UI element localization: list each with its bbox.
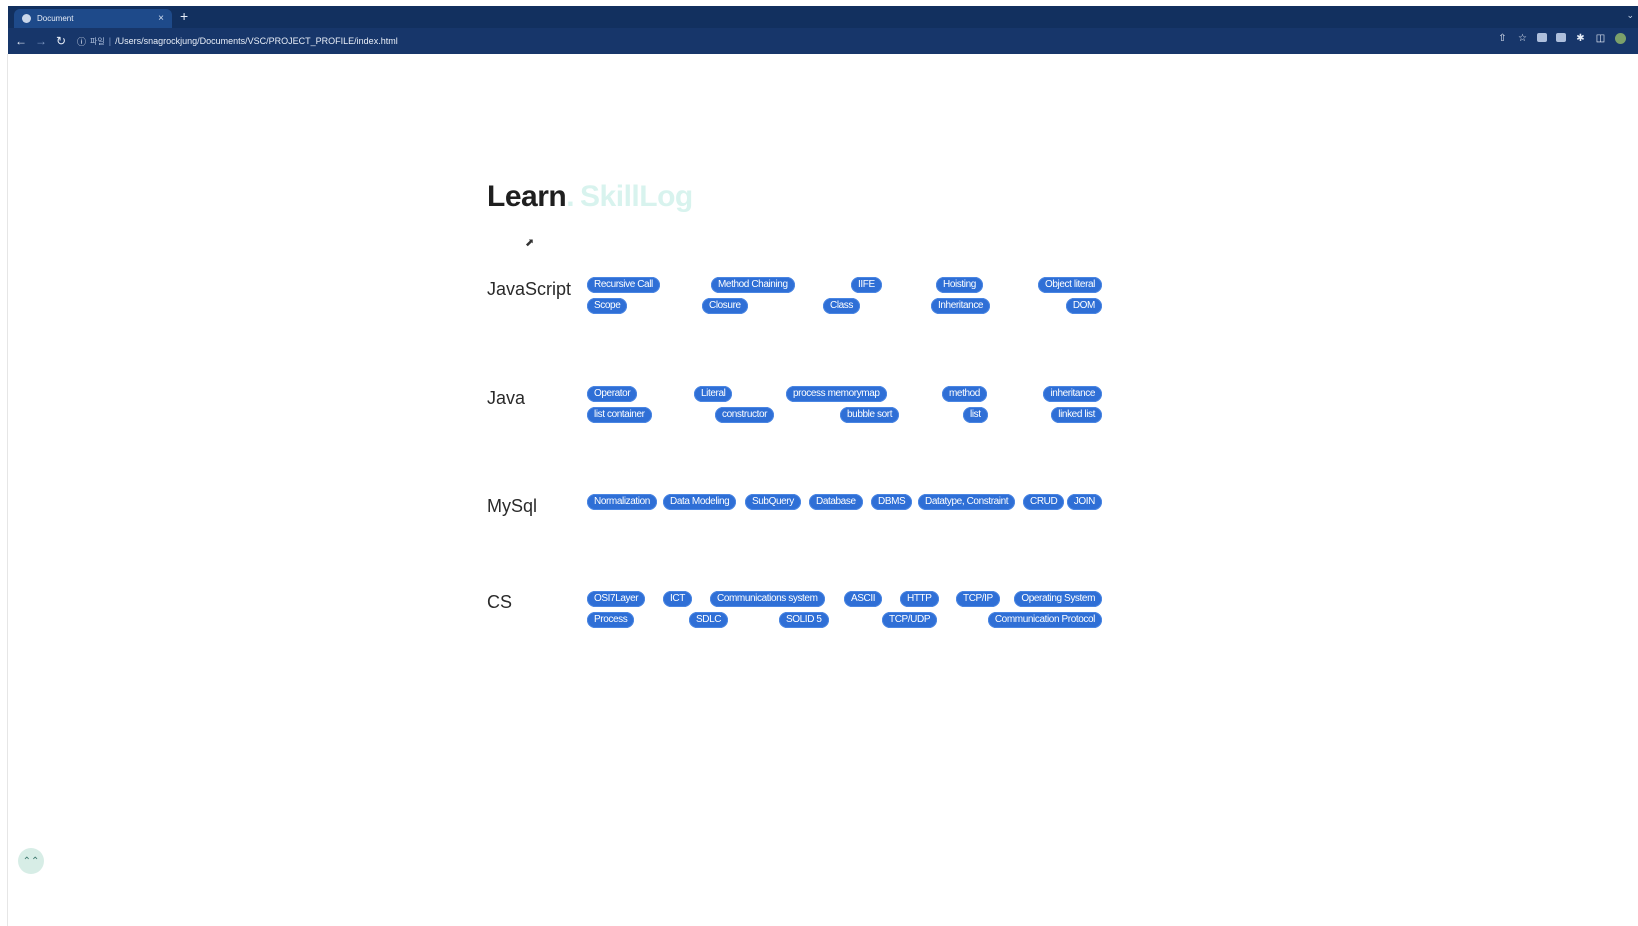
skill-tag[interactable]: DOM bbox=[1065, 298, 1102, 314]
profile-avatar-icon[interactable] bbox=[1615, 33, 1626, 44]
skill-tag[interactable]: ASCII bbox=[844, 591, 883, 607]
skill-tag[interactable]: Database bbox=[809, 494, 863, 510]
browser-tab[interactable]: Document × bbox=[14, 9, 172, 28]
share-icon[interactable]: ⇧ bbox=[1497, 33, 1508, 44]
tag-group-java: Operator Literal process memorymap metho… bbox=[587, 386, 1102, 428]
extension-icon[interactable] bbox=[1537, 33, 1547, 42]
skill-tag[interactable]: DBMS bbox=[871, 494, 913, 510]
page-title: Learn. SkillLog bbox=[487, 180, 693, 214]
skill-tag[interactable]: inheritance bbox=[1043, 386, 1102, 402]
forward-icon[interactable]: → bbox=[31, 34, 51, 48]
skill-tag[interactable]: Hoisting bbox=[936, 277, 983, 293]
title-dot: . bbox=[566, 180, 575, 213]
mouse-cursor-icon: ⬈ bbox=[525, 237, 535, 249]
double-chevron-up-icon: ⌃⌃ bbox=[22, 855, 40, 867]
url-separator: | bbox=[108, 36, 112, 46]
skill-tag[interactable]: Scope bbox=[587, 298, 628, 314]
skill-tag[interactable]: Normalization bbox=[587, 494, 657, 510]
skill-tag[interactable]: Recursive Call bbox=[587, 277, 660, 293]
skill-tag[interactable]: SOLID 5 bbox=[779, 612, 829, 628]
title-learn: Learn bbox=[487, 180, 567, 213]
tag-row: Recursive Call Method Chaining IIFE Hois… bbox=[587, 277, 1102, 298]
tag-group-cs: OSI7Layer ICT Communications system ASCI… bbox=[587, 591, 1102, 633]
skill-tag[interactable]: Datatype, Constraint bbox=[918, 494, 1016, 510]
new-tab-button[interactable]: + bbox=[180, 8, 188, 24]
skill-tag[interactable]: constructor bbox=[715, 407, 775, 423]
skill-tag[interactable]: SDLC bbox=[689, 612, 729, 628]
tag-row: Operator Literal process memorymap metho… bbox=[587, 386, 1102, 407]
skill-tag[interactable]: Operator bbox=[587, 386, 638, 402]
tag-group-javascript: Recursive Call Method Chaining IIFE Hois… bbox=[587, 277, 1102, 319]
section-title-cs: CS bbox=[487, 592, 513, 612]
reload-icon[interactable]: ↻ bbox=[51, 34, 71, 48]
puzzle-icon[interactable]: ✱ bbox=[1575, 33, 1586, 44]
skill-tag[interactable]: list bbox=[963, 407, 988, 423]
skill-tag[interactable]: SubQuery bbox=[745, 494, 801, 510]
skill-tag[interactable]: Data Modeling bbox=[663, 494, 737, 510]
skill-tag[interactable]: Literal bbox=[694, 386, 733, 402]
skill-tag[interactable]: method bbox=[942, 386, 987, 402]
skill-tag[interactable]: IIFE bbox=[851, 277, 882, 293]
address-bar[interactable]: ⓘ 파일 | /Users/snagrockjung/Documents/VSC… bbox=[77, 35, 398, 48]
skill-tag[interactable]: Operating System bbox=[1014, 591, 1102, 607]
tag-row: Process SDLC SOLID 5 TCP/UDP Communicati… bbox=[587, 612, 1102, 633]
url-text[interactable]: /Users/snagrockjung/Documents/VSC/PROJEC… bbox=[115, 36, 398, 46]
skill-tag[interactable]: ICT bbox=[663, 591, 692, 607]
skill-tag[interactable]: Communications system bbox=[710, 591, 825, 607]
skill-tag[interactable]: Class bbox=[823, 298, 861, 314]
skill-tag[interactable]: Process bbox=[587, 612, 635, 628]
extension-icon[interactable] bbox=[1556, 33, 1566, 42]
scroll-to-top-button[interactable]: ⌃⌃ bbox=[18, 848, 44, 874]
tab-close-icon[interactable]: × bbox=[158, 13, 164, 24]
skill-tag[interactable]: JOIN bbox=[1066, 494, 1102, 510]
skill-tag[interactable]: list container bbox=[587, 407, 652, 423]
skill-tag[interactable]: Inheritance bbox=[931, 298, 991, 314]
skill-tag[interactable]: Closure bbox=[702, 298, 748, 314]
tab-search-icon[interactable]: ⌄ bbox=[1626, 10, 1634, 21]
tag-row: Normalization Data Modeling SubQuery Dat… bbox=[587, 494, 1102, 515]
skill-tag[interactable]: TCP/UDP bbox=[882, 612, 938, 628]
skill-tag[interactable]: HTTP bbox=[900, 591, 939, 607]
skill-tag[interactable]: CRUD bbox=[1023, 494, 1065, 510]
title-skilllog: SkillLog bbox=[580, 180, 693, 213]
skill-tag[interactable]: Method Chaining bbox=[711, 277, 795, 293]
skill-tag[interactable]: bubble sort bbox=[840, 407, 900, 423]
tag-row: Scope Closure Class Inheritance DOM bbox=[587, 298, 1102, 319]
section-title-java: Java bbox=[487, 388, 526, 408]
browser-toolbar: ← → ↻ ⓘ 파일 | /Users/snagrockjung/Documen… bbox=[8, 28, 1638, 54]
back-icon[interactable]: ← bbox=[11, 34, 31, 48]
skill-tag[interactable]: TCP/IP bbox=[956, 591, 1000, 607]
page-border bbox=[7, 54, 8, 926]
tag-row: list container constructor bubble sort l… bbox=[587, 407, 1102, 428]
bookmark-star-icon[interactable]: ☆ bbox=[1517, 33, 1528, 44]
info-icon[interactable]: ⓘ bbox=[77, 35, 86, 48]
section-title-javascript: JavaScript bbox=[487, 279, 572, 299]
side-panel-icon[interactable]: ◫ bbox=[1595, 33, 1606, 44]
skill-tag[interactable]: Object literal bbox=[1038, 277, 1102, 293]
globe-icon bbox=[22, 14, 31, 23]
skill-tag[interactable]: Communication Protocol bbox=[987, 612, 1102, 628]
skill-tag[interactable]: linked list bbox=[1051, 407, 1102, 423]
tag-group-mysql: Normalization Data Modeling SubQuery Dat… bbox=[587, 494, 1102, 515]
tab-title: Document bbox=[37, 14, 74, 23]
tag-row: OSI7Layer ICT Communications system ASCI… bbox=[587, 591, 1102, 612]
tab-strip: Document × + ⌄ bbox=[8, 6, 1638, 28]
toolbar-actions: ⇧ ☆ ✱ ◫ bbox=[1497, 33, 1626, 44]
section-title-mysql: MySql bbox=[487, 496, 538, 516]
browser-chrome: Document × + ⌄ ← → ↻ ⓘ 파일 | /Users/snagr… bbox=[8, 6, 1638, 54]
skill-tag[interactable]: process memorymap bbox=[786, 386, 887, 402]
skill-tag[interactable]: OSI7Layer bbox=[587, 591, 646, 607]
url-scheme: 파일 bbox=[90, 36, 105, 46]
